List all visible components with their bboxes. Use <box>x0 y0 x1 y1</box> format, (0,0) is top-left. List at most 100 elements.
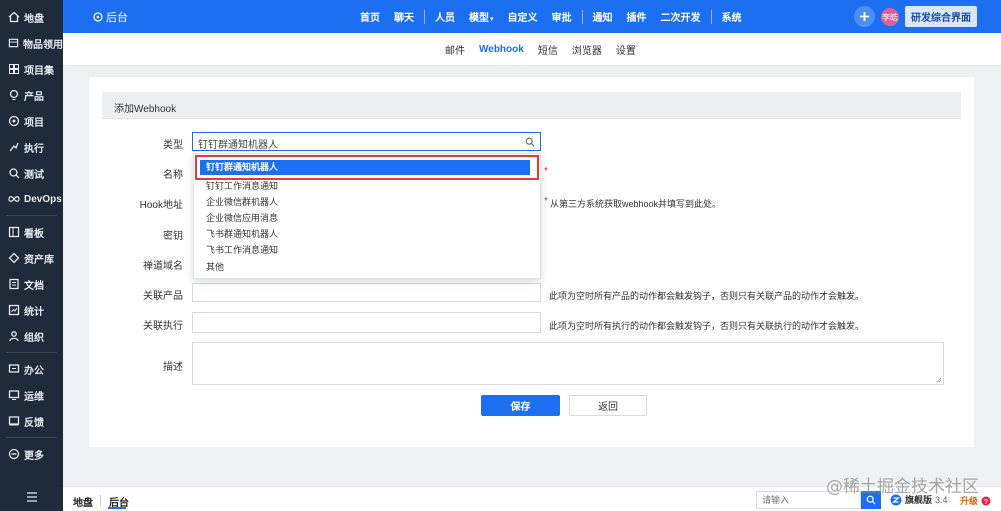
sidebar-item-label: 运维 <box>24 391 44 403</box>
nav-dev[interactable]: 二次开发 <box>661 9 701 24</box>
office-icon <box>8 364 20 373</box>
dropdown-option[interactable]: 企业微信群机器人 <box>206 195 278 208</box>
sidebar-item-kanban[interactable]: 看板 <box>0 219 63 245</box>
crumb-dashboard[interactable]: 地盘 <box>73 494 93 509</box>
hook-required-mark: * <box>544 196 548 207</box>
type-label: 类型 <box>163 140 183 151</box>
dropdown-option[interactable]: 其他 <box>206 260 224 273</box>
product-select[interactable] <box>192 283 541 302</box>
feedback-icon <box>8 416 20 426</box>
type-select[interactable]: 钉钉群通知机器人 <box>192 132 541 151</box>
nav-model[interactable]: 模型▾ <box>469 9 494 24</box>
nav-approval[interactable]: 审批 <box>552 9 572 24</box>
user-avatar[interactable]: 李皓 <box>881 8 899 26</box>
sidebar-divider <box>6 437 57 438</box>
secret-label: 密钥 <box>163 231 183 242</box>
sidebar-item-report[interactable]: 统计 <box>0 297 63 323</box>
infinity-icon <box>8 196 20 202</box>
main-nav: 首页 聊天 人员 模型▾ 自定义 审批 通知 插件 二次开发 系统 <box>353 0 749 33</box>
tab-settings[interactable]: 设置 <box>616 42 636 57</box>
hook-url-hint: 从第三方系统获取webhook并填写到此处。 <box>550 199 722 209</box>
execution-select[interactable] <box>192 312 541 333</box>
sidebar-item-feedback[interactable]: 反馈 <box>0 408 63 434</box>
dropdown-option[interactable]: 飞书工作消息通知 <box>206 243 278 256</box>
nav-plugins[interactable]: 插件 <box>627 9 647 24</box>
sidebar-item-label: 产品 <box>24 91 44 103</box>
sidebar-item-ops[interactable]: 运维 <box>0 382 63 408</box>
sidebar-item-label: 反馈 <box>24 417 44 429</box>
sidebar-item-label: 看板 <box>24 228 44 240</box>
lightbulb-icon <box>9 89 19 100</box>
sidebar-item-project[interactable]: 项目 <box>0 108 63 134</box>
sidebar-item-label: 测试 <box>24 169 44 181</box>
nav-custom[interactable]: 自定义 <box>508 9 538 24</box>
dropdown-option[interactable]: 飞书群通知机器人 <box>206 227 278 240</box>
nav-notify[interactable]: 通知 <box>593 9 613 24</box>
box-icon <box>8 38 19 48</box>
tab-sms[interactable]: 短信 <box>538 42 558 57</box>
sidebar-item-assets[interactable]: 资产库 <box>0 245 63 271</box>
sidebar-item-label: 执行 <box>24 143 44 155</box>
plus-icon <box>860 12 869 21</box>
sidebar-item-docs[interactable]: 文档 <box>0 271 63 297</box>
hamburger-icon <box>26 492 37 502</box>
sidebar-item-home[interactable]: 地盘 <box>0 4 63 30</box>
sub-navbar: 邮件 Webhook 短信 浏览器 设置 <box>63 33 1001 66</box>
save-button[interactable]: 保存 <box>481 395 560 416</box>
product-label: 关联产品 <box>143 291 183 302</box>
admin-back-link[interactable]: 后台 <box>93 9 128 25</box>
sidebar-divider <box>6 215 57 216</box>
product-hint: 此项为空时所有产品的动作都会触发钩子，否则只有关联产品的动作才会触发。 <box>549 291 865 301</box>
switch-interface-button[interactable]: 研发综合界面 <box>905 6 977 27</box>
sidebar-item-office[interactable]: 办公 <box>0 356 63 382</box>
sidebar-item-label: 文档 <box>24 280 44 292</box>
document-icon <box>9 278 19 290</box>
hook-url-label: Hook地址 <box>139 200 183 211</box>
tab-webhook[interactable]: Webhook <box>479 44 524 55</box>
sidebar-menu-toggle[interactable] <box>0 491 63 505</box>
message-tabs: 邮件 Webhook 短信 浏览器 设置 <box>438 33 643 66</box>
nav-chat[interactable]: 聊天 <box>394 9 414 24</box>
crumb-divider <box>100 495 101 506</box>
monitor-icon <box>8 390 20 400</box>
chart-icon <box>8 304 20 316</box>
search-icon <box>525 137 535 147</box>
people-icon <box>9 331 19 342</box>
execution-hint: 此项为空时所有执行的动作都会触发钩子，否则只有关联执行的动作才会触发。 <box>549 321 865 331</box>
nav-system[interactable]: 系统 <box>722 9 742 24</box>
active-crumb-indicator <box>108 507 126 509</box>
form-title: 添加Webhook <box>114 104 177 115</box>
svg-text:?: ? <box>984 498 988 505</box>
dropdown-option[interactable]: 企业微信应用消息 <box>206 211 278 224</box>
kanban-icon <box>8 226 20 238</box>
highlight-outline <box>195 155 539 180</box>
sidebar-item-program[interactable]: 项目集 <box>0 56 63 82</box>
sidebar-item-devops[interactable]: DevOps <box>0 186 63 212</box>
sidebar-item-label: 办公 <box>24 365 44 377</box>
type-dropdown-menu: 钉钉群通知机器人 钉钉工作消息通知 企业微信群机器人 企业微信应用消息 飞书群通… <box>193 153 541 279</box>
target-icon <box>8 115 20 127</box>
domain-label: 禅道域名 <box>143 261 183 272</box>
create-button[interactable] <box>854 6 875 27</box>
top-navbar: 后台 首页 聊天 人员 模型▾ 自定义 审批 通知 插件 二次开发 系统 李皓 … <box>63 0 1001 33</box>
sidebar-item-supplies[interactable]: 物品领用 <box>0 30 63 56</box>
nav-people[interactable]: 人员 <box>435 9 455 24</box>
nav-home[interactable]: 首页 <box>360 9 380 24</box>
back-button[interactable]: 返回 <box>569 395 647 416</box>
form-header: 添加Webhook <box>102 92 961 119</box>
watermark-text: @稀土掘金技术社区 <box>826 477 979 497</box>
left-sidebar: 地盘 物品领用 项目集 产品 项目 执行 测试 DevOps 看板 资产库 文档… <box>0 0 63 511</box>
sidebar-item-label: 物品领用 <box>23 39 63 51</box>
sidebar-item-product[interactable]: 产品 <box>0 82 63 108</box>
tab-browser[interactable]: 浏览器 <box>572 42 602 57</box>
dropdown-option[interactable]: 钉钉工作消息通知 <box>206 179 278 192</box>
description-textarea[interactable] <box>192 342 944 385</box>
help-circle-icon: ? <box>981 496 991 505</box>
tab-mail[interactable]: 邮件 <box>445 42 465 57</box>
sidebar-item-company[interactable]: 组织 <box>0 323 63 349</box>
sidebar-item-execution[interactable]: 执行 <box>0 134 63 160</box>
run-icon <box>9 142 19 152</box>
sidebar-item-more[interactable]: 更多 <box>0 441 63 467</box>
nav-divider <box>581 9 583 24</box>
sidebar-item-test[interactable]: 测试 <box>0 160 63 186</box>
